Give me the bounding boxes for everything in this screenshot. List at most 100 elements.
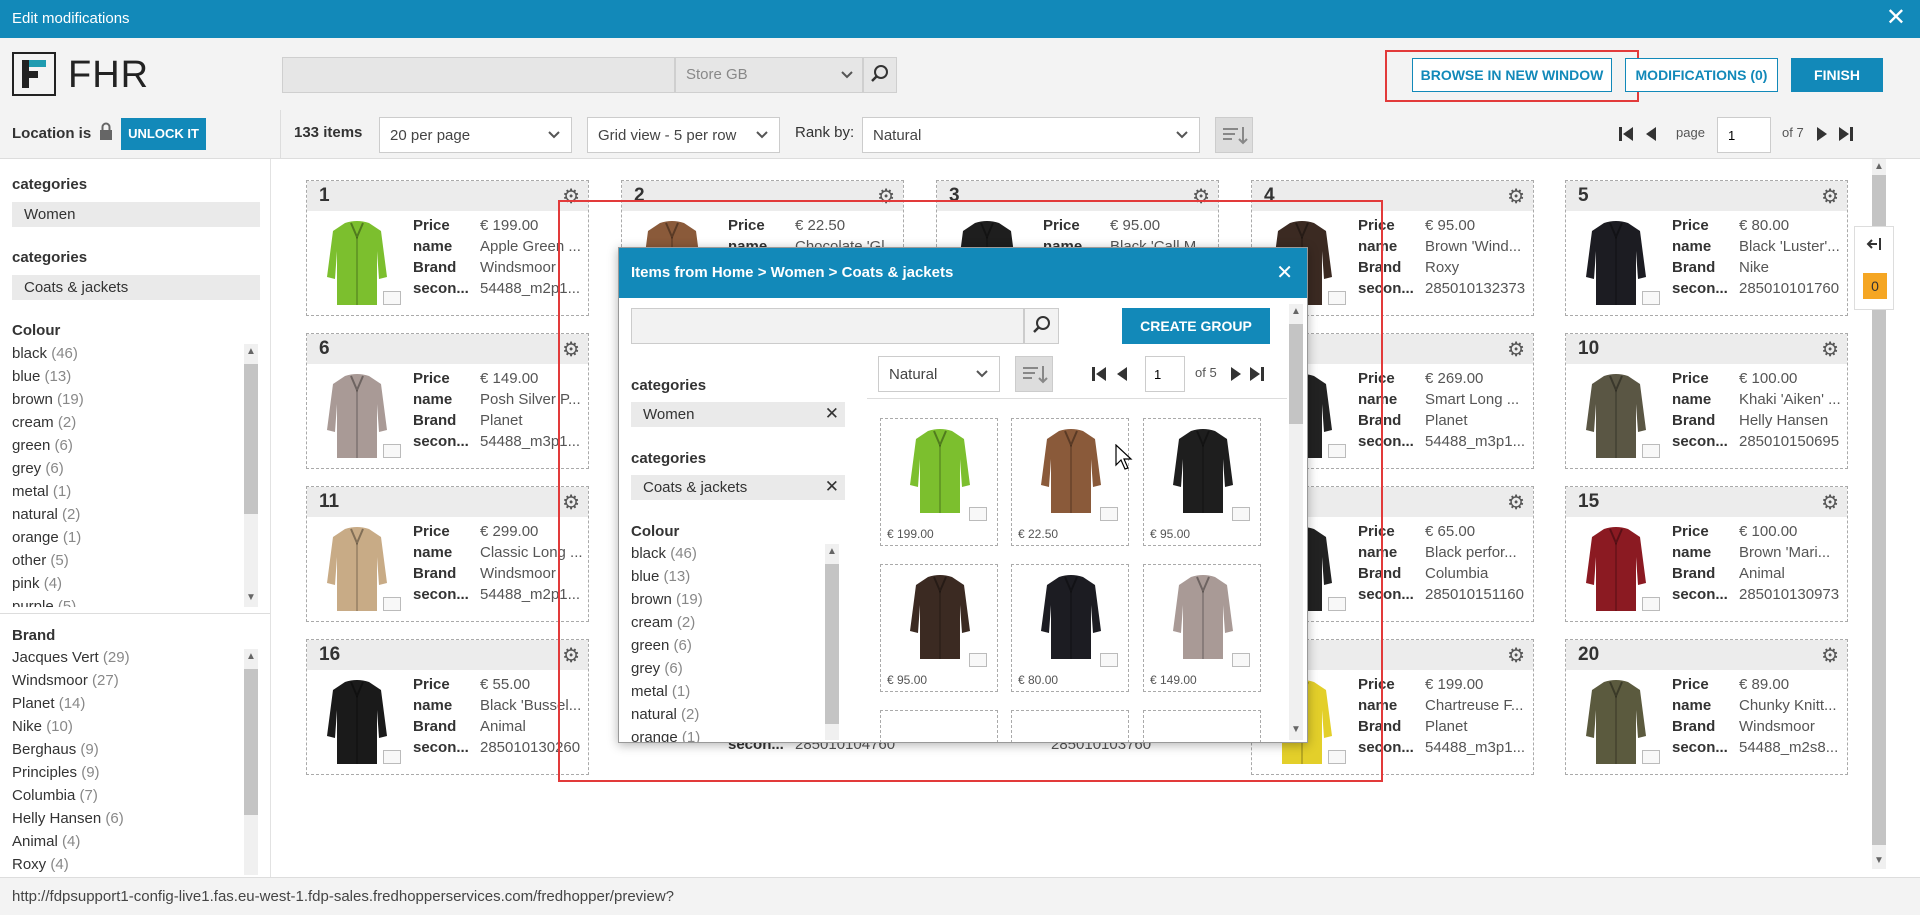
gear-icon[interactable]: ⚙ [1507, 643, 1525, 668]
brand-facet-item[interactable]: Columbia (7) [12, 784, 242, 807]
scroll-thumb[interactable] [244, 669, 258, 815]
gear-icon[interactable]: ⚙ [1821, 490, 1839, 515]
browse-new-window-button[interactable]: BROWSE IN NEW WINDOW [1412, 58, 1612, 92]
search-input[interactable] [282, 57, 675, 93]
lock-icon [98, 121, 114, 147]
colour-facet-item[interactable]: metal (1) [12, 480, 242, 503]
last-page-icon[interactable] [1838, 125, 1854, 147]
store-select[interactable]: Store GB [675, 57, 863, 93]
rank-select[interactable]: Natural [862, 117, 1200, 153]
card-header: 5 ⚙ [1566, 181, 1847, 211]
gear-icon[interactable]: ⚙ [1507, 490, 1525, 515]
mouse-cursor-icon [1115, 443, 1135, 476]
colour-facet-item[interactable]: cream (2) [12, 411, 242, 434]
grid-view-select[interactable]: Grid view - 5 per row [587, 117, 780, 153]
sort-order-button[interactable] [1215, 117, 1253, 153]
scroll-up-icon[interactable]: ▲ [1874, 161, 1884, 172]
gear-icon[interactable]: ⚙ [1821, 643, 1839, 668]
colour-facet-item[interactable]: other (5) [12, 549, 242, 572]
product-card[interactable]: 5 ⚙ Price name Brand secon... € 80.00 Bl… [1565, 180, 1848, 316]
prev-page-icon[interactable] [1644, 125, 1658, 147]
scroll-thumb[interactable] [244, 364, 258, 514]
colour-facet-item[interactable]: grey (6) [12, 457, 242, 480]
card-values: € 100.00 Brown 'Mari... Animal 285010130… [1739, 521, 1844, 605]
per-page-select[interactable]: 20 per page [379, 117, 572, 153]
colour-facet-name: purple [12, 598, 54, 607]
colour-facet-item[interactable]: natural (2) [12, 503, 242, 526]
notification-badge[interactable]: 0 [1863, 273, 1887, 299]
brand-facet-item[interactable]: Animal (4) [12, 830, 242, 853]
product-card[interactable]: 15 ⚙ Price name Brand secon... € 100.00 … [1565, 486, 1848, 622]
product-card[interactable]: 1 ⚙ Price name Brand secon... € 199.00 A… [306, 180, 589, 316]
scroll-down-icon[interactable]: ▼ [246, 592, 256, 603]
brand-facet-item[interactable]: Planet (14) [12, 692, 242, 715]
brand-facet-item[interactable]: Helly Hansen (6) [12, 807, 242, 830]
category-chip-women[interactable]: Women [12, 202, 260, 227]
colour-facet-count: (1) [52, 483, 72, 500]
page-input[interactable] [1717, 117, 1771, 153]
brand-facet-item[interactable]: Windsmoor (27) [12, 669, 242, 692]
brand-label: Brand [413, 718, 457, 735]
brand-facet-item[interactable]: Nike (10) [12, 715, 242, 738]
brand-label: Brand [1672, 565, 1716, 582]
brand-facet-count: (29) [102, 649, 130, 666]
gear-icon[interactable]: ⚙ [1507, 184, 1525, 209]
colour-facet-item[interactable]: black (46) [12, 342, 242, 365]
gear-icon[interactable]: ⚙ [1821, 184, 1839, 209]
first-page-icon[interactable] [1618, 125, 1634, 147]
category-chip-coats[interactable]: Coats & jackets [12, 275, 260, 300]
gear-icon[interactable]: ⚙ [1507, 337, 1525, 362]
price-label: Price [1672, 217, 1709, 234]
brand-scrollbar[interactable]: ▲ [244, 649, 258, 875]
rank-value: Natural [873, 127, 922, 144]
name-label: name [413, 238, 453, 255]
brand-facet-item[interactable]: Principles (9) [12, 761, 242, 784]
card-header: 11 ⚙ [307, 487, 588, 517]
name-label: name [413, 544, 453, 561]
colour-facet-item[interactable]: brown (19) [12, 388, 242, 411]
colour-facet-item[interactable]: green (6) [12, 434, 242, 457]
colour-facet-item[interactable]: orange (1) [12, 526, 242, 549]
price-value: € 65.00 [1425, 523, 1476, 540]
card-labels: Price name Brand secon... [413, 368, 469, 452]
image-placeholder-icon [383, 291, 401, 305]
gear-icon[interactable]: ⚙ [1821, 337, 1839, 362]
collapse-panel-icon[interactable] [1866, 235, 1884, 257]
second-label: secon... [413, 739, 469, 756]
product-card[interactable]: 10 ⚙ Price name Brand secon... € 100.00 … [1565, 333, 1848, 469]
colour-facet-item[interactable]: blue (13) [12, 365, 242, 388]
colour-facet-item[interactable]: purple (5) [12, 595, 242, 607]
colour-facet-item[interactable]: pink (4) [12, 572, 242, 595]
card-labels: Price name Brand secon... [1672, 215, 1728, 299]
chevron-down-icon [840, 64, 854, 88]
brand-facet-count: (7) [79, 787, 98, 804]
toolbar: Location is UNLOCK IT 133 items 20 per p… [0, 110, 1920, 159]
scroll-up-icon[interactable]: ▲ [246, 651, 256, 662]
second-label: secon... [413, 280, 469, 297]
next-page-icon[interactable] [1815, 125, 1829, 147]
scroll-up-icon[interactable]: ▲ [246, 346, 256, 357]
product-card[interactable]: 20 ⚙ Price name Brand secon... € 89.00 C… [1565, 639, 1848, 775]
scroll-down-icon[interactable]: ▼ [1874, 855, 1884, 866]
divider [280, 110, 281, 158]
modifications-button[interactable]: MODIFICATIONS (0) [1625, 58, 1778, 92]
colour-facet-count: (6) [45, 460, 64, 477]
brand-facet-item[interactable]: Roxy (4) [12, 853, 242, 876]
card-values: € 269.00 Smart Long ... Planet 54488_m3p… [1425, 368, 1530, 452]
product-card[interactable]: 16 ⚙ Price name Brand secon... € 55.00 B… [306, 639, 589, 775]
colour-facet-name: other [12, 552, 47, 569]
name-value: Khaki 'Aiken' ... [1739, 391, 1841, 408]
colour-scrollbar[interactable]: ▲ ▼ [244, 344, 258, 607]
search-button[interactable] [863, 57, 897, 93]
unlock-button[interactable]: UNLOCK IT [121, 118, 206, 150]
product-card[interactable]: 6 ⚙ Price name Brand secon... € 149.00 P… [306, 333, 589, 469]
name-label: name [1672, 544, 1712, 561]
items-count: 133 items [294, 124, 363, 141]
close-window-icon[interactable]: ✕ [1886, 6, 1906, 30]
brand-facet-item[interactable]: Jacques Vert (29) [12, 646, 242, 669]
brand-facet-item[interactable]: Berghaus (9) [12, 738, 242, 761]
finish-button[interactable]: FINISH [1791, 58, 1883, 92]
image-placeholder-icon [383, 597, 401, 611]
brand-facet-name: Helly Hansen [12, 810, 102, 827]
product-card[interactable]: 11 ⚙ Price name Brand secon... € 299.00 … [306, 486, 589, 622]
